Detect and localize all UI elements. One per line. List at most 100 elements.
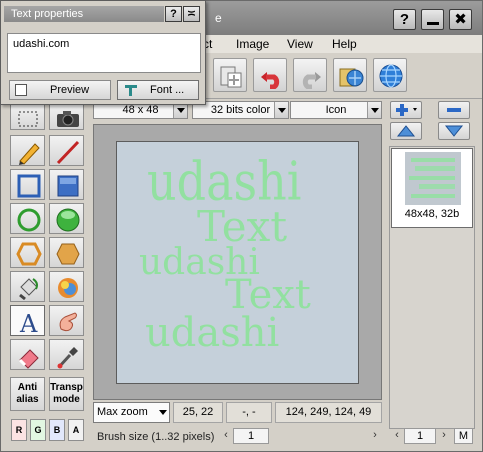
text-a-icon: A [19,310,38,335]
antialias-toggle[interactable]: Anti alias [10,377,45,411]
paste-icon [220,66,242,88]
hand-icon [59,312,77,332]
checkbox-icon [15,84,27,96]
menu-view[interactable]: View [287,37,313,51]
page-prev[interactable]: ‹ [390,428,404,444]
eraser-tool[interactable] [10,339,45,370]
fill-tool[interactable] [10,271,45,302]
filled-polygon-tool[interactable] [49,237,84,268]
triangle-down-icon [444,125,464,137]
paste-as-new-button[interactable] [213,58,247,92]
move-up-button[interactable] [390,122,422,140]
dialog-dock-button[interactable]: ≍ [183,6,200,22]
icon-canvas[interactable]: udashi Text udashi Text udashi [116,141,359,384]
eraser-icon [18,349,39,369]
smudge-tool[interactable] [49,305,84,336]
ellipse-tool[interactable] [10,203,45,234]
format-select[interactable]: Icon [290,101,382,119]
format-value: Icon [325,104,347,116]
rectangle-filled-icon [57,175,79,197]
page-input[interactable]: 1 [404,428,436,444]
line-tool[interactable] [49,135,84,166]
help-button[interactable]: ? [393,9,416,30]
globe-icon [379,64,403,88]
transparent-mode-label: Transp mode [50,382,83,405]
brush-size-decrease[interactable]: ‹ [219,428,233,444]
text-properties-dialog: Text properties ? ≍ udashi.com Preview F… [0,0,206,105]
font-icon [125,85,137,96]
camera-icon [57,111,79,127]
filled-rectangle-tool[interactable] [49,169,84,200]
chevron-down-icon [274,102,288,118]
brush-size-input[interactable]: 1 [233,428,269,444]
rectangle-tool[interactable] [10,169,45,200]
polygon-tool[interactable] [10,237,45,268]
pencil-icon [19,143,40,165]
color-picker-tool[interactable] [49,339,84,370]
minimize-button[interactable] [421,9,444,30]
camera-tool[interactable] [49,104,84,130]
dialog-help-button[interactable]: ? [165,6,182,22]
thumbnail-image [405,152,461,205]
preview-label: Preview [50,84,90,96]
remove-size-button[interactable] [438,101,470,119]
hexagon-filled-icon [56,243,80,265]
page-next[interactable]: › [437,428,451,444]
add-size-button[interactable] [390,101,422,119]
hexagon-outline-icon [16,242,42,266]
library-icon [339,68,364,87]
dialog-title[interactable]: Text properties [4,6,164,22]
color-depth-value: 32 bits color [210,104,271,116]
menu-help[interactable]: Help [332,37,357,51]
antialias-label: Anti alias [16,382,39,405]
icon-size-value: 48 x 48 [122,104,159,116]
font-button[interactable]: Font ... [117,80,199,100]
brush-size-increase[interactable]: › [368,428,382,444]
undo-icon [261,72,280,89]
pencil-tool[interactable] [10,135,45,166]
font-button-label: Font ... [150,84,185,96]
eyedropper-icon [57,347,78,369]
size-thumbnail[interactable]: 48x48, 32b [391,148,473,228]
paint-bucket-icon [19,278,38,301]
triangle-up-icon [396,125,416,137]
selection-size: -, - [226,402,272,423]
channel-r-toggle[interactable]: R [11,419,27,441]
chevron-down-icon [159,410,167,415]
web-button[interactable] [373,58,407,92]
move-down-button[interactable] [438,122,470,140]
minus-icon [447,108,461,112]
zoom-value: Max zoom [97,406,148,418]
undo-button[interactable] [253,58,287,92]
channel-g-toggle[interactable]: G [30,419,46,441]
selection-rect-icon [18,111,38,127]
thumbnail-size-label: 48x48, 32b [404,208,460,220]
rectangle-outline-icon [17,174,41,198]
color-swirl-icon [58,278,78,298]
transparent-mode-toggle[interactable]: Transp mode [49,377,84,411]
close-button[interactable]: ✖ [449,9,472,30]
ellipse-filled-icon [56,208,80,232]
preview-checkbox[interactable]: Preview [9,80,111,100]
ellipse-outline-icon [17,208,41,232]
channel-b-toggle[interactable]: B [49,419,65,441]
select-tool[interactable] [10,104,45,130]
color-depth-select[interactable]: 32 bits color [192,101,289,119]
menu-image[interactable]: Image [236,37,269,51]
redo-icon [302,72,321,89]
mode-button[interactable]: M [454,428,473,444]
channel-a-toggle[interactable]: A [68,419,84,441]
brush-size-label: Brush size (1..32 pixels) [97,431,215,443]
text-input[interactable]: udashi.com [7,33,201,73]
zoom-select[interactable]: Max zoom [93,402,170,423]
minimize-icon [427,22,439,25]
gradient-tool[interactable] [49,271,84,302]
open-library-button[interactable] [333,58,367,92]
cursor-coordinates: 25, 22 [173,402,223,423]
canvas-text-line: udashi [145,310,280,356]
filled-ellipse-tool[interactable] [49,203,84,234]
redo-button[interactable] [293,58,327,92]
line-icon [56,140,80,165]
chevron-down-icon [367,102,381,118]
text-tool[interactable]: A [10,305,45,336]
